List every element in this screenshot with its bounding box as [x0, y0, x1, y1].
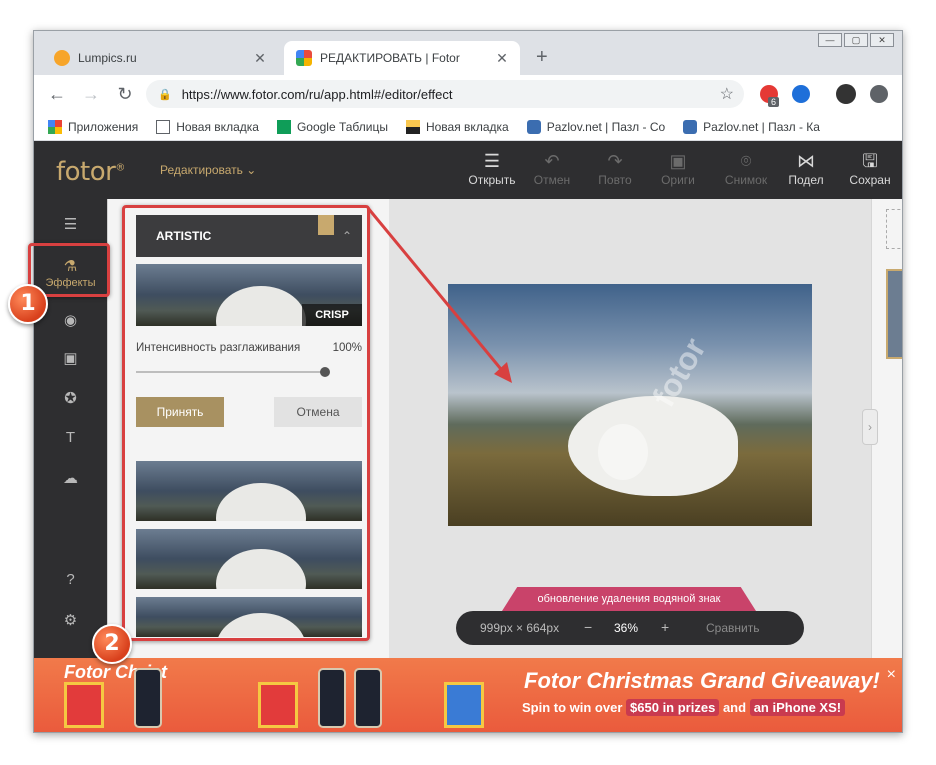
arrow-line — [366, 207, 507, 375]
step-marker-1: 1 — [8, 284, 48, 324]
pointer-arrow — [366, 207, 512, 383]
step-marker-2: 2 — [92, 624, 132, 664]
